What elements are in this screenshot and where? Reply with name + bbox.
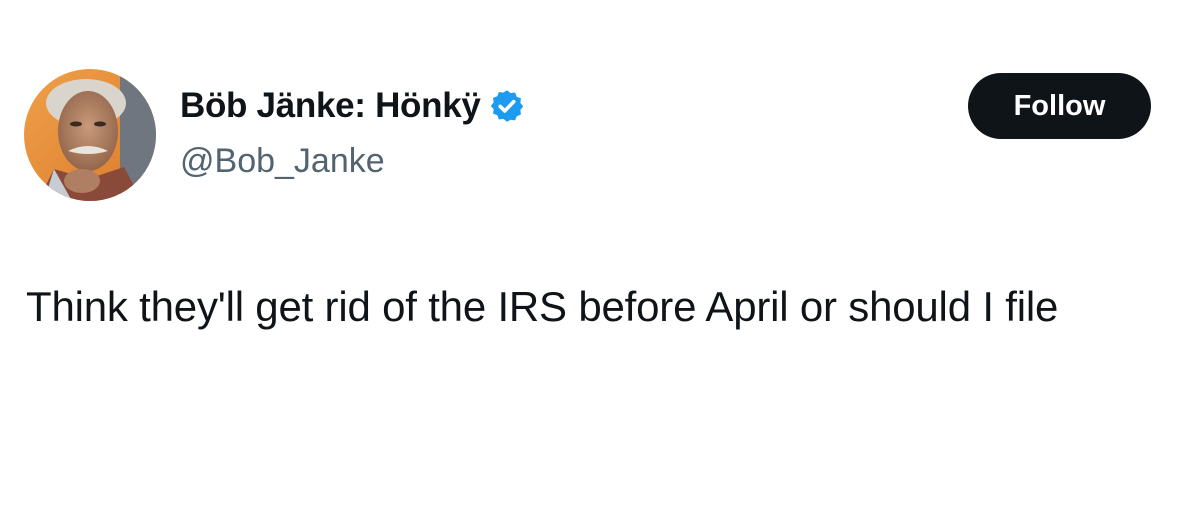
tweet-card: Böb Jänke: Hönkÿ @Bob_Janke Follow Think… [0, 0, 1198, 508]
avatar-image [24, 69, 156, 201]
tweet-text: Think they'll get rid of the IRS before … [26, 283, 1059, 330]
avatar[interactable] [24, 69, 156, 201]
author-handle[interactable]: @Bob_Janke [180, 142, 385, 181]
follow-button[interactable]: Follow [968, 73, 1151, 139]
author-display-name[interactable]: Böb Jänke: Hönkÿ [180, 86, 481, 126]
verified-badge-icon [489, 88, 525, 124]
author-name-row: Böb Jänke: Hönkÿ [180, 84, 525, 128]
